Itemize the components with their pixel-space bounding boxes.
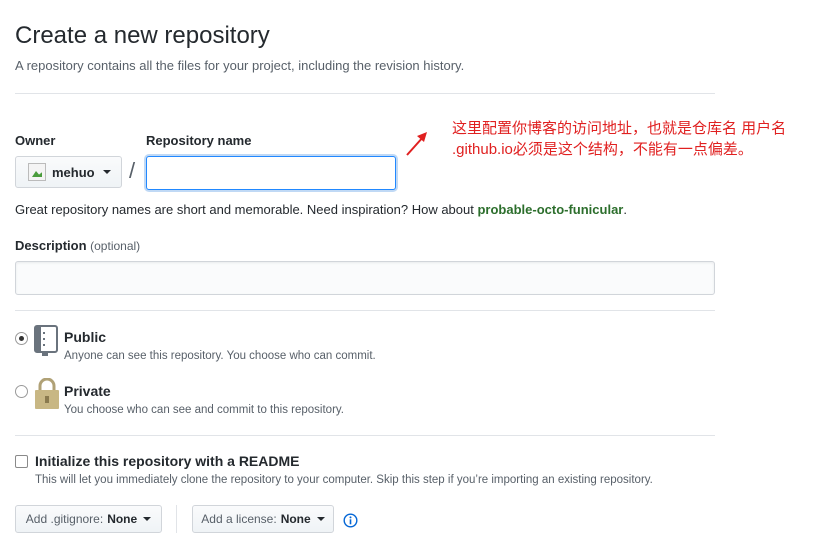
caret-down-icon — [316, 517, 325, 521]
lock-icon — [35, 378, 59, 409]
divider — [15, 93, 715, 94]
annotation-note: 这里配置你博客的访问地址，也就是仓库名 用户名 .github.io必须是这个结… — [452, 118, 814, 160]
repo-name-label: Repository name — [146, 133, 252, 148]
gitignore-dropdown[interactable]: Add .gitignore: None — [15, 505, 162, 533]
owner-label: Owner — [15, 133, 56, 148]
annotation-line-1: 这里配置你博客的访问地址，也就是仓库名 用户名 — [452, 120, 787, 137]
name-hint: Great repository names are short and mem… — [15, 202, 627, 217]
avatar — [28, 163, 46, 181]
hint-end: . — [623, 202, 627, 217]
private-note: You choose who can see and commit to thi… — [64, 404, 344, 416]
gitignore-value: None — [107, 512, 138, 526]
owner-value: mehuo — [52, 164, 95, 180]
license-dropdown[interactable]: Add a license: None — [192, 505, 334, 533]
license-value: None — [280, 512, 311, 526]
page-title: Create a new repository — [15, 22, 270, 49]
caret-down-icon — [102, 170, 111, 174]
public-title: Public — [64, 329, 107, 345]
owner-repo-separator: / — [129, 158, 136, 183]
gitignore-label: Add .gitignore: — [25, 512, 104, 526]
page-subtitle: A repository contains all the files for … — [15, 58, 465, 73]
optional-tag: (optional) — [90, 239, 141, 253]
readme-note: This will let you immediately clone the … — [35, 474, 653, 486]
hint-text: Great repository names are short and mem… — [15, 202, 478, 217]
license-label: Add a license: — [201, 512, 277, 526]
readme-title: Initialize this repository with a README — [35, 453, 300, 469]
caret-down-icon — [143, 517, 152, 521]
vertical-divider — [176, 505, 177, 533]
public-note: Anyone can see this repository. You choo… — [64, 350, 376, 362]
readme-checkbox[interactable] — [15, 455, 28, 468]
owner-dropdown[interactable]: mehuo — [15, 156, 122, 188]
description-label: Description (optional) — [15, 238, 140, 253]
suggested-name-link[interactable]: probable-octo-funicular — [477, 202, 623, 217]
repo-book-icon — [34, 325, 58, 356]
description-label-text: Description — [15, 238, 87, 253]
public-radio[interactable] — [15, 332, 28, 345]
description-input[interactable] — [15, 261, 715, 295]
repo-name-input[interactable] — [146, 156, 396, 190]
info-icon[interactable] — [343, 513, 358, 528]
divider — [15, 310, 715, 311]
private-title: Private — [64, 383, 111, 399]
divider — [15, 435, 715, 436]
annotation-arrow-icon — [406, 132, 427, 156]
annotation-line-2: .github.io必须是这个结构，不能有一点偏差。 — [452, 141, 753, 158]
private-radio[interactable] — [15, 385, 28, 398]
